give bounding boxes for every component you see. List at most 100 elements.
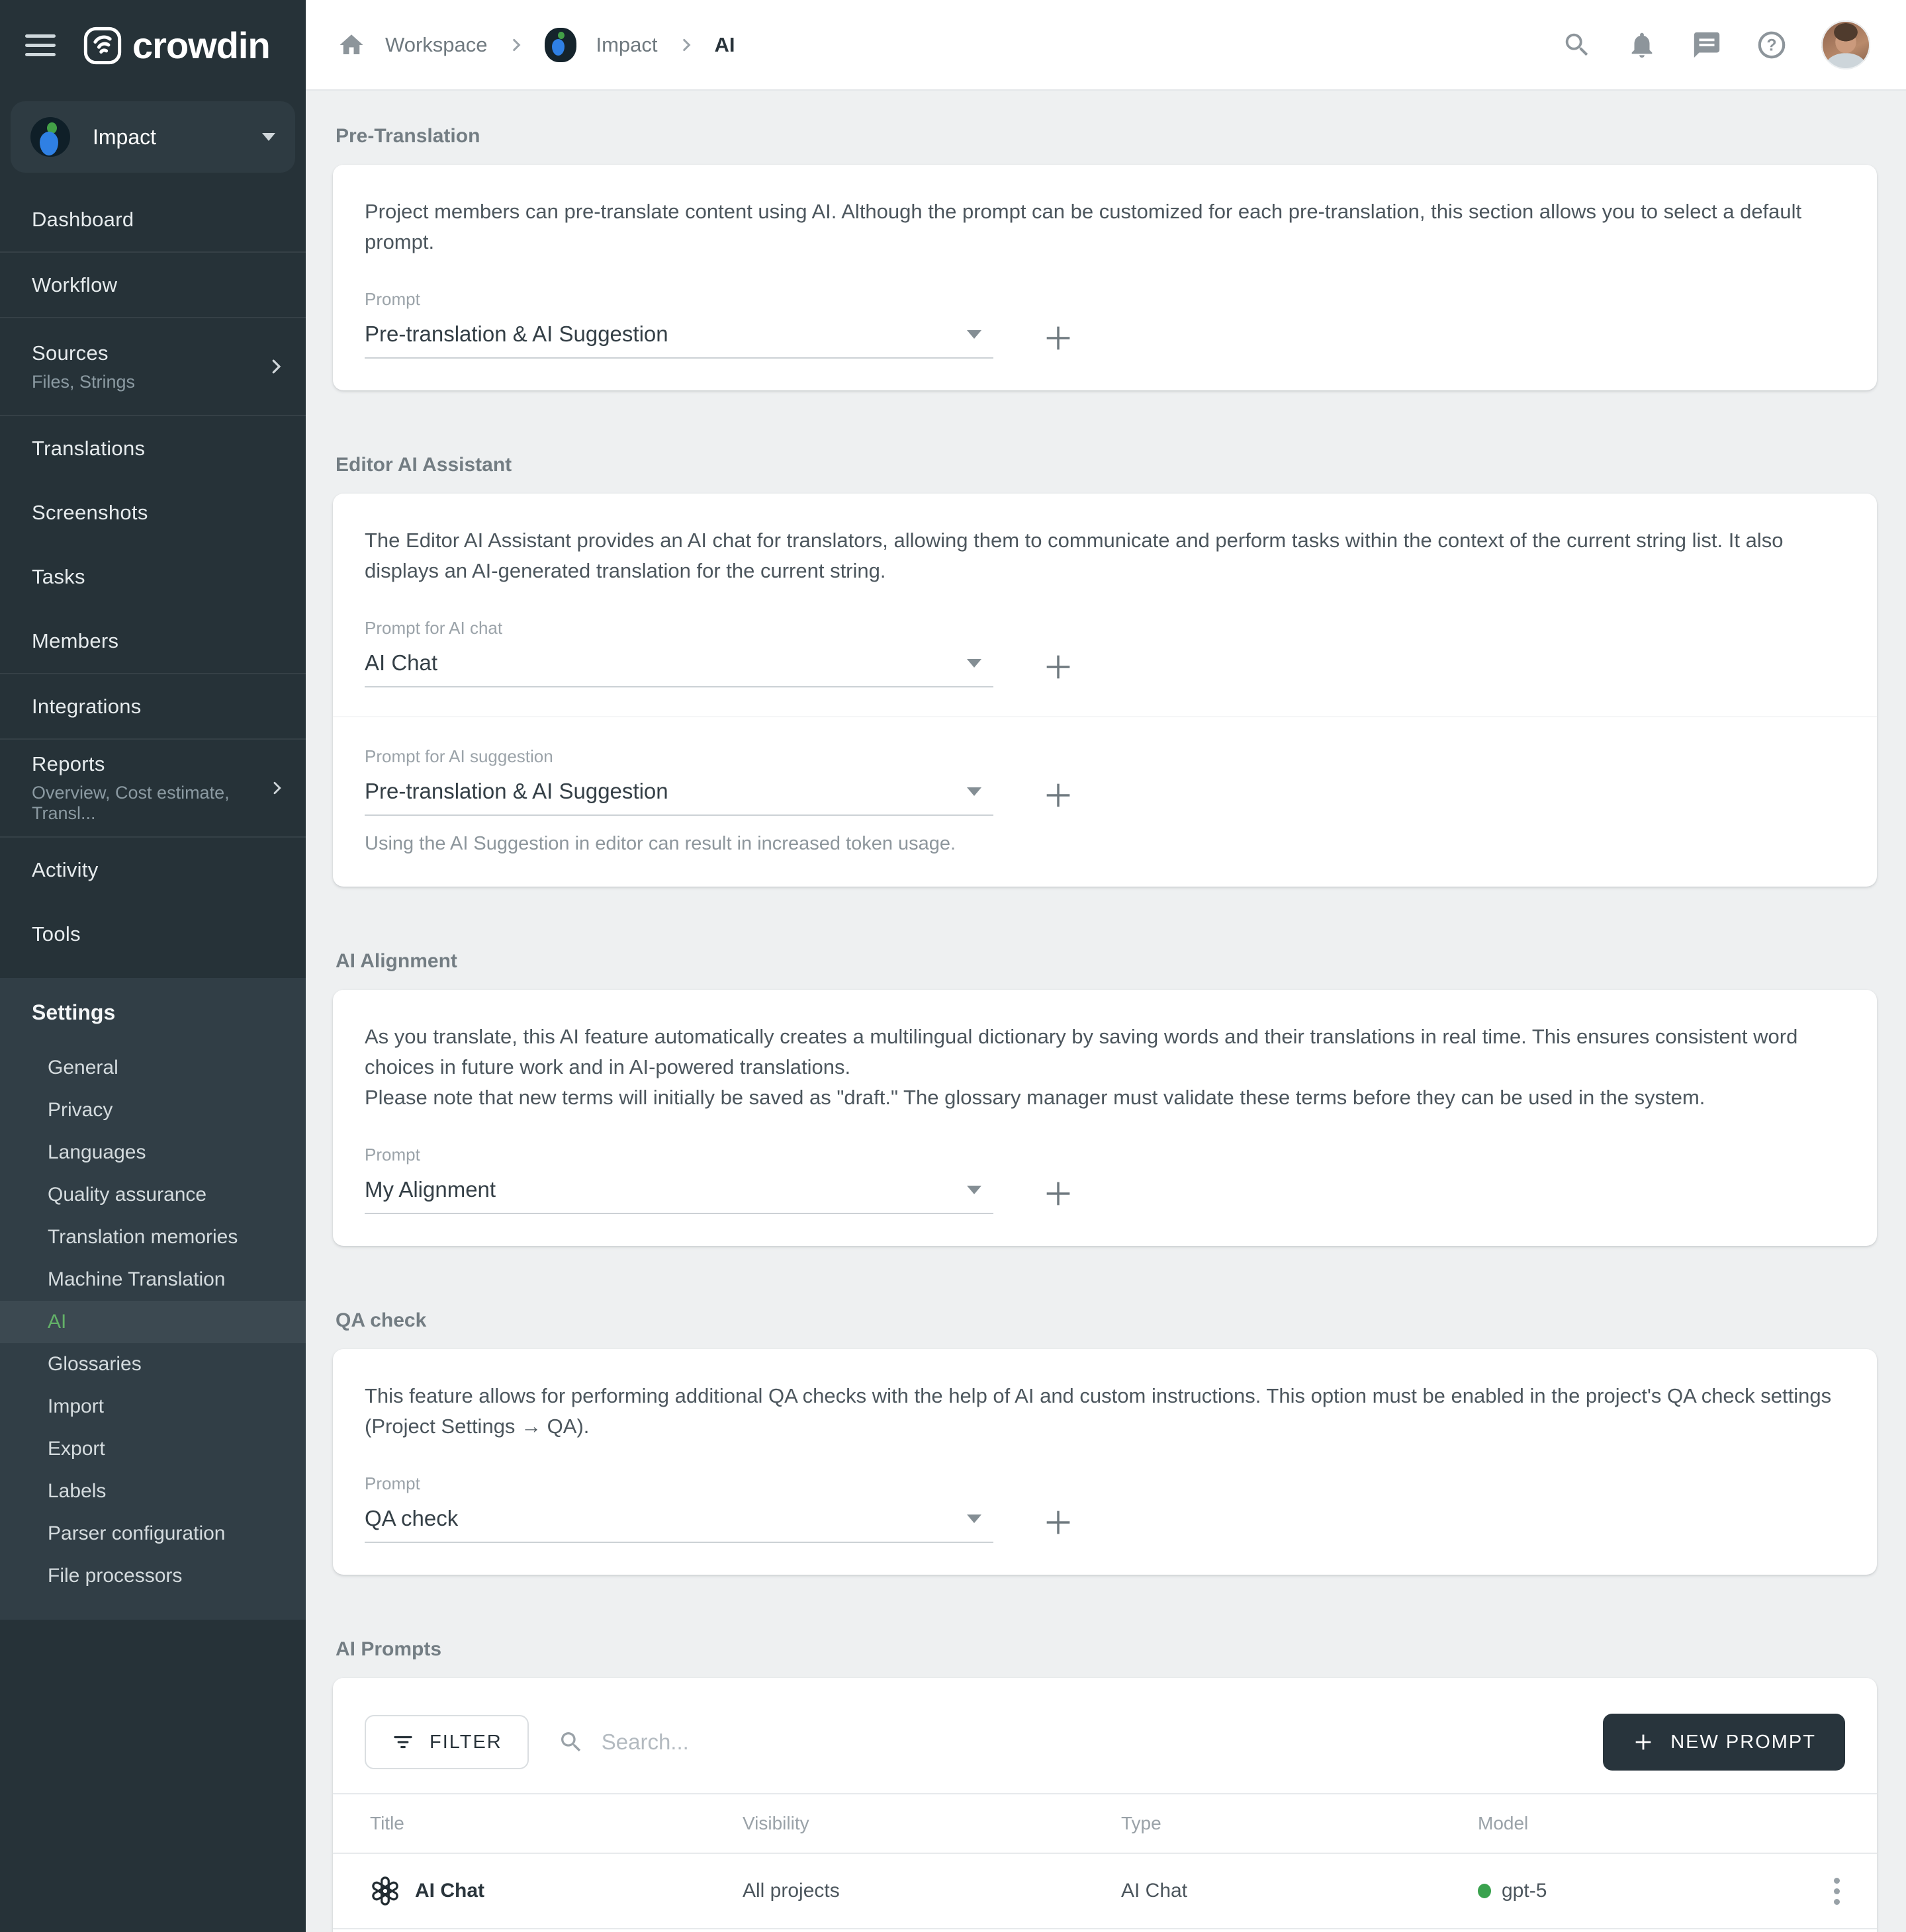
- row-menu-kebab-icon[interactable]: [1829, 1872, 1845, 1910]
- prompt-model: gpt-5: [1478, 1880, 1792, 1902]
- field-label: Prompt for AI chat: [365, 618, 1845, 638]
- prompt-title: AI Chat: [415, 1880, 484, 1902]
- helper-text: Using the AI Suggestion in editor can re…: [365, 833, 1845, 855]
- settings-panel: Settings General Privacy Languages Quali…: [0, 978, 306, 1620]
- sidebar-item-ai[interactable]: AI: [0, 1301, 306, 1343]
- filter-button[interactable]: FILTER: [365, 1715, 529, 1769]
- prompt-title-link[interactable]: AI Chat: [370, 1876, 743, 1906]
- sidebar-item-privacy[interactable]: Privacy: [0, 1089, 306, 1131]
- pre-translation-prompt-select[interactable]: Pre-translation & AI Suggestion: [365, 318, 993, 359]
- sidebar-item-import[interactable]: Import: [0, 1385, 306, 1428]
- sidebar-item-label: Reports: [32, 752, 268, 776]
- project-selector[interactable]: Impact: [11, 101, 295, 173]
- chat-icon[interactable]: [1692, 30, 1722, 60]
- chevron-right-icon: [678, 36, 695, 54]
- ai-suggestion-prompt-select[interactable]: Pre-translation & AI Suggestion: [365, 775, 993, 816]
- search-input[interactable]: [602, 1730, 1574, 1755]
- section-heading: QA check: [336, 1309, 1877, 1332]
- add-prompt-button[interactable]: [1041, 778, 1075, 812]
- plus-icon: [1632, 1731, 1655, 1753]
- add-prompt-button[interactable]: [1041, 1505, 1075, 1540]
- ai-chat-prompt-field: Prompt for AI chat AI Chat: [365, 618, 1845, 687]
- sidebar-item-translation-memories[interactable]: Translation memories: [0, 1216, 306, 1258]
- sidebar-item-tools[interactable]: Tools: [0, 902, 306, 966]
- sidebar-item-languages[interactable]: Languages: [0, 1131, 306, 1174]
- column-header-model: Model: [1478, 1813, 1792, 1834]
- table-header-row: Title Visibility Type Model: [333, 1793, 1877, 1853]
- prompts-toolbar: FILTER NEW PROMPT: [333, 1678, 1877, 1793]
- openai-icon: [370, 1876, 400, 1906]
- model-name: gpt-5: [1502, 1880, 1547, 1902]
- sidebar-item-screenshots[interactable]: Screenshots: [0, 480, 306, 545]
- new-prompt-button-label: NEW PROMPT: [1670, 1732, 1816, 1753]
- search-icon[interactable]: [1562, 30, 1592, 60]
- sidebar-item-export[interactable]: Export: [0, 1428, 306, 1470]
- svg-text:?: ?: [1766, 36, 1776, 54]
- select-value: My Alignment: [365, 1177, 496, 1202]
- sidebar-item-tasks[interactable]: Tasks: [0, 545, 306, 609]
- sidebar-item-dashboard[interactable]: Dashboard: [0, 187, 306, 251]
- sidebar-item-label: Sources: [32, 341, 135, 365]
- field-label: Prompt: [365, 1145, 1845, 1165]
- section-editor-ai-assistant: Editor AI Assistant The Editor AI Assist…: [333, 454, 1877, 887]
- sidebar-menu: Dashboard Workflow Sources Files, String…: [0, 187, 306, 966]
- section-ai-alignment: AI Alignment As you translate, this AI f…: [333, 950, 1877, 1246]
- sidebar-item-integrations[interactable]: Integrations: [0, 674, 306, 738]
- sidebar-item-reports[interactable]: Reports Overview, Cost estimate, Transl.…: [0, 740, 306, 836]
- filter-button-label: FILTER: [430, 1732, 502, 1753]
- sidebar-item-subtitle: Files, Strings: [32, 372, 135, 392]
- page-content: Pre-Translation Project members can pre-…: [306, 91, 1906, 1932]
- sidebar-item-parser-configuration[interactable]: Parser configuration: [0, 1513, 306, 1555]
- filter-icon: [391, 1730, 415, 1754]
- sidebar-item-translations[interactable]: Translations: [0, 416, 306, 480]
- topbar-actions: ?: [1562, 21, 1870, 69]
- breadcrumb-project-avatar[interactable]: [545, 28, 576, 62]
- select-value: AI Chat: [365, 650, 437, 676]
- add-prompt-button[interactable]: [1041, 650, 1075, 684]
- sidebar-item-file-processors[interactable]: File processors: [0, 1555, 306, 1597]
- sidebar-item-subtitle: Overview, Cost estimate, Transl...: [32, 783, 268, 824]
- prompt-field: Prompt Pre-translation & AI Suggestion: [365, 289, 1845, 359]
- alignment-prompt-select[interactable]: My Alignment: [365, 1173, 993, 1214]
- sidebar-item-sources[interactable]: Sources Files, Strings: [0, 318, 306, 415]
- help-icon[interactable]: ?: [1756, 30, 1787, 60]
- editor-ai-assistant-card: The Editor AI Assistant provides an AI c…: [333, 494, 1877, 887]
- sidebar-item-machine-translation[interactable]: Machine Translation: [0, 1258, 306, 1301]
- add-prompt-button[interactable]: [1041, 321, 1075, 355]
- project-name: Impact: [93, 125, 156, 150]
- sidebar-item-labels[interactable]: Labels: [0, 1470, 306, 1513]
- search-icon: [558, 1729, 584, 1755]
- sidebar-item-glossaries[interactable]: Glossaries: [0, 1343, 306, 1385]
- crowdin-logo[interactable]: crowdin: [83, 24, 270, 67]
- prompt-field: Prompt QA check: [365, 1473, 1845, 1543]
- breadcrumb-workspace[interactable]: Workspace: [385, 33, 488, 57]
- search-box: [558, 1729, 1574, 1755]
- caret-down-icon: [967, 659, 981, 668]
- sidebar-item-general[interactable]: General: [0, 1047, 306, 1089]
- table-row: AI Chat All projects AI Chat gpt-5: [333, 1853, 1877, 1928]
- new-prompt-button[interactable]: NEW PROMPT: [1603, 1714, 1845, 1771]
- ai-chat-prompt-select[interactable]: AI Chat: [365, 646, 993, 687]
- description-text: Please note that new terms will initiall…: [365, 1082, 1845, 1113]
- hamburger-menu-icon[interactable]: [25, 34, 56, 56]
- breadcrumb-project[interactable]: Impact: [596, 33, 658, 57]
- sidebar-item-settings[interactable]: Settings: [0, 978, 306, 1047]
- home-icon[interactable]: [338, 31, 365, 59]
- sidebar-item-quality-assurance[interactable]: Quality assurance: [0, 1174, 306, 1216]
- column-header-type: Type: [1121, 1813, 1478, 1834]
- notifications-bell-icon[interactable]: [1627, 30, 1657, 60]
- section-pre-translation: Pre-Translation Project members can pre-…: [333, 125, 1877, 390]
- sidebar-item-members[interactable]: Members: [0, 609, 306, 673]
- add-prompt-button[interactable]: [1041, 1176, 1075, 1211]
- project-avatar: [30, 117, 70, 157]
- user-avatar[interactable]: [1821, 21, 1870, 69]
- field-label: Prompt: [365, 289, 1845, 310]
- qa-check-prompt-select[interactable]: QA check: [365, 1502, 993, 1543]
- sidebar-item-activity[interactable]: Activity: [0, 838, 306, 902]
- crowdin-logo-icon: [83, 26, 122, 65]
- description-text: Project members can pre-translate conten…: [365, 197, 1845, 257]
- section-heading: Editor AI Assistant: [336, 454, 1877, 476]
- caret-down-icon: [967, 1515, 981, 1523]
- crowdin-logo-text: crowdin: [132, 24, 270, 67]
- sidebar-item-workflow[interactable]: Workflow: [0, 253, 306, 317]
